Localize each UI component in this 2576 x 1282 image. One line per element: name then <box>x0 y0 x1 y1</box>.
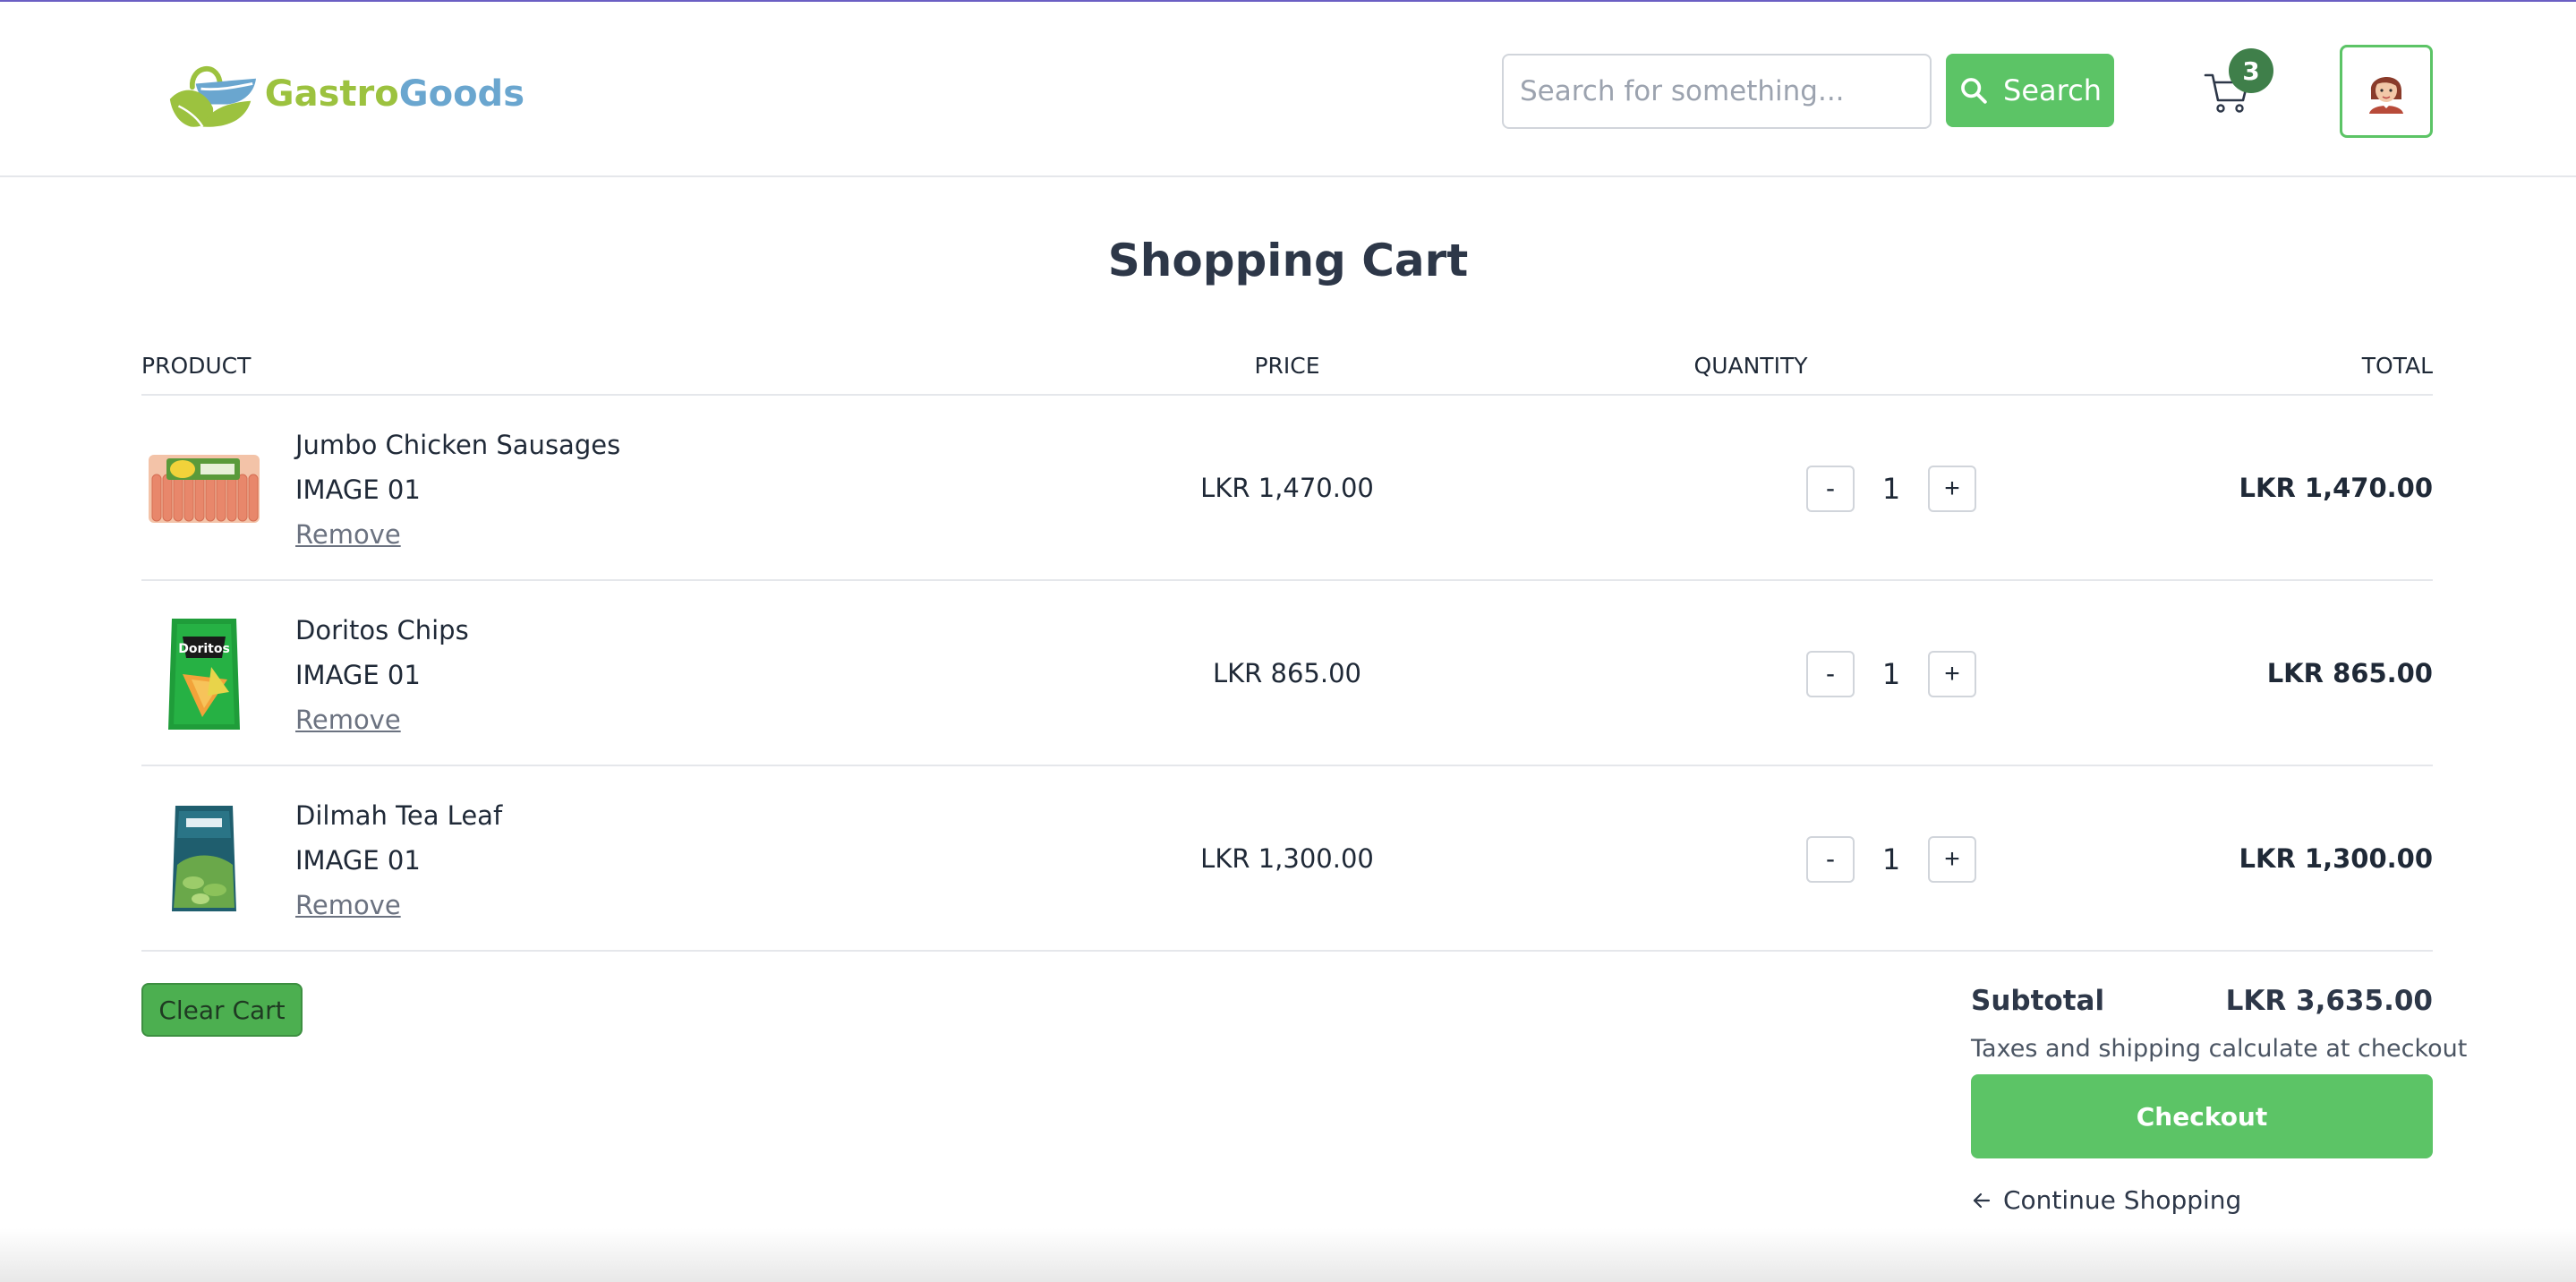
product-subtitle: IMAGE 01 <box>295 474 421 505</box>
brand-name-part1: Gastro <box>264 73 399 115</box>
product-name: Dilmah Tea Leaf <box>295 800 503 831</box>
decrease-quantity-button[interactable]: - <box>1806 836 1855 883</box>
search-input[interactable] <box>1502 54 1932 129</box>
product-image-sausages <box>147 432 261 546</box>
brand-name-part2: Goods <box>398 73 525 115</box>
product-image-doritos: Doritos <box>147 617 261 731</box>
header-total: TOTAL <box>2361 353 2433 379</box>
product-subtitle: IMAGE 01 <box>295 660 421 690</box>
remove-link[interactable]: Remove <box>295 705 401 735</box>
decrease-quantity-button[interactable]: - <box>1806 466 1855 512</box>
line-total: LKR 865.00 <box>2266 658 2433 688</box>
increase-quantity-button[interactable]: + <box>1928 651 1976 697</box>
brand-logo[interactable]: GastroGoods <box>166 54 525 134</box>
product-image-tea <box>147 802 261 917</box>
logo-basket-icon <box>169 65 257 128</box>
line-total: LKR 1,300.00 <box>2239 843 2433 874</box>
subtotal-value: LKR 3,635.00 <box>2225 985 2433 1017</box>
search-button-label: Search <box>2003 73 2102 107</box>
cart-row: Doritos Doritos Chips IMAGE 01 Remove LK… <box>141 581 2433 766</box>
header-quantity: QUANTITY <box>1693 353 1808 379</box>
clear-cart-button[interactable]: Clear Cart <box>141 983 303 1037</box>
cart-row: Dilmah Tea Leaf IMAGE 01 Remove LKR 1,30… <box>141 766 2433 952</box>
user-avatar-button[interactable] <box>2340 45 2433 138</box>
quantity-stepper: - 1 + <box>1806 836 1976 883</box>
site-header: GastroGoods Search 3 <box>0 2 2576 177</box>
product-subtitle: IMAGE 01 <box>295 845 421 876</box>
quantity-value: 1 <box>1881 657 1901 691</box>
search-button[interactable]: Search <box>1946 54 2114 127</box>
decrease-quantity-button[interactable]: - <box>1806 651 1855 697</box>
cart-row: Jumbo Chicken Sausages IMAGE 01 Remove L… <box>141 396 2433 581</box>
product-price: LKR 865.00 <box>1212 658 1361 688</box>
increase-quantity-button[interactable]: + <box>1928 466 1976 512</box>
cart-count-badge: 3 <box>2229 48 2273 93</box>
remove-link[interactable]: Remove <box>295 519 401 550</box>
header-product: PRODUCT <box>141 353 252 379</box>
tax-note: Taxes and shipping calculate at checkout <box>1971 1035 2468 1063</box>
cart-table: PRODUCT PRICE QUANTITY TOTAL Jumbo Chick… <box>141 347 2433 952</box>
cart-table-header: PRODUCT PRICE QUANTITY TOTAL <box>141 347 2433 396</box>
product-price: LKR 1,470.00 <box>1200 473 1374 503</box>
remove-link[interactable]: Remove <box>295 890 401 920</box>
quantity-value: 1 <box>1881 842 1901 876</box>
quantity-stepper: - 1 + <box>1806 651 1976 697</box>
continue-shopping-link[interactable]: Continue Shopping <box>1971 1185 2241 1215</box>
continue-shopping-label: Continue Shopping <box>2003 1185 2242 1215</box>
checkout-button[interactable]: Checkout <box>1971 1074 2433 1158</box>
header-price: PRICE <box>1254 353 1320 379</box>
line-total: LKR 1,470.00 <box>2239 473 2433 503</box>
increase-quantity-button[interactable]: + <box>1928 836 1976 883</box>
search-icon <box>1961 78 1987 104</box>
quantity-value: 1 <box>1881 472 1901 506</box>
page-bottom-shadow <box>0 1228 2576 1282</box>
page-title: Shopping Cart <box>1107 235 1469 286</box>
quantity-stepper: - 1 + <box>1806 466 1976 512</box>
product-name: Doritos Chips <box>295 615 469 645</box>
product-price: LKR 1,300.00 <box>1200 843 1374 874</box>
svg-text:Doritos: Doritos <box>178 642 230 656</box>
brand-name: GastroGoods <box>265 73 525 115</box>
product-name: Jumbo Chicken Sausages <box>295 430 621 460</box>
avatar-icon <box>2369 76 2403 114</box>
subtotal-label: Subtotal <box>1971 985 2105 1017</box>
arrow-left-icon <box>1973 1192 1991 1208</box>
